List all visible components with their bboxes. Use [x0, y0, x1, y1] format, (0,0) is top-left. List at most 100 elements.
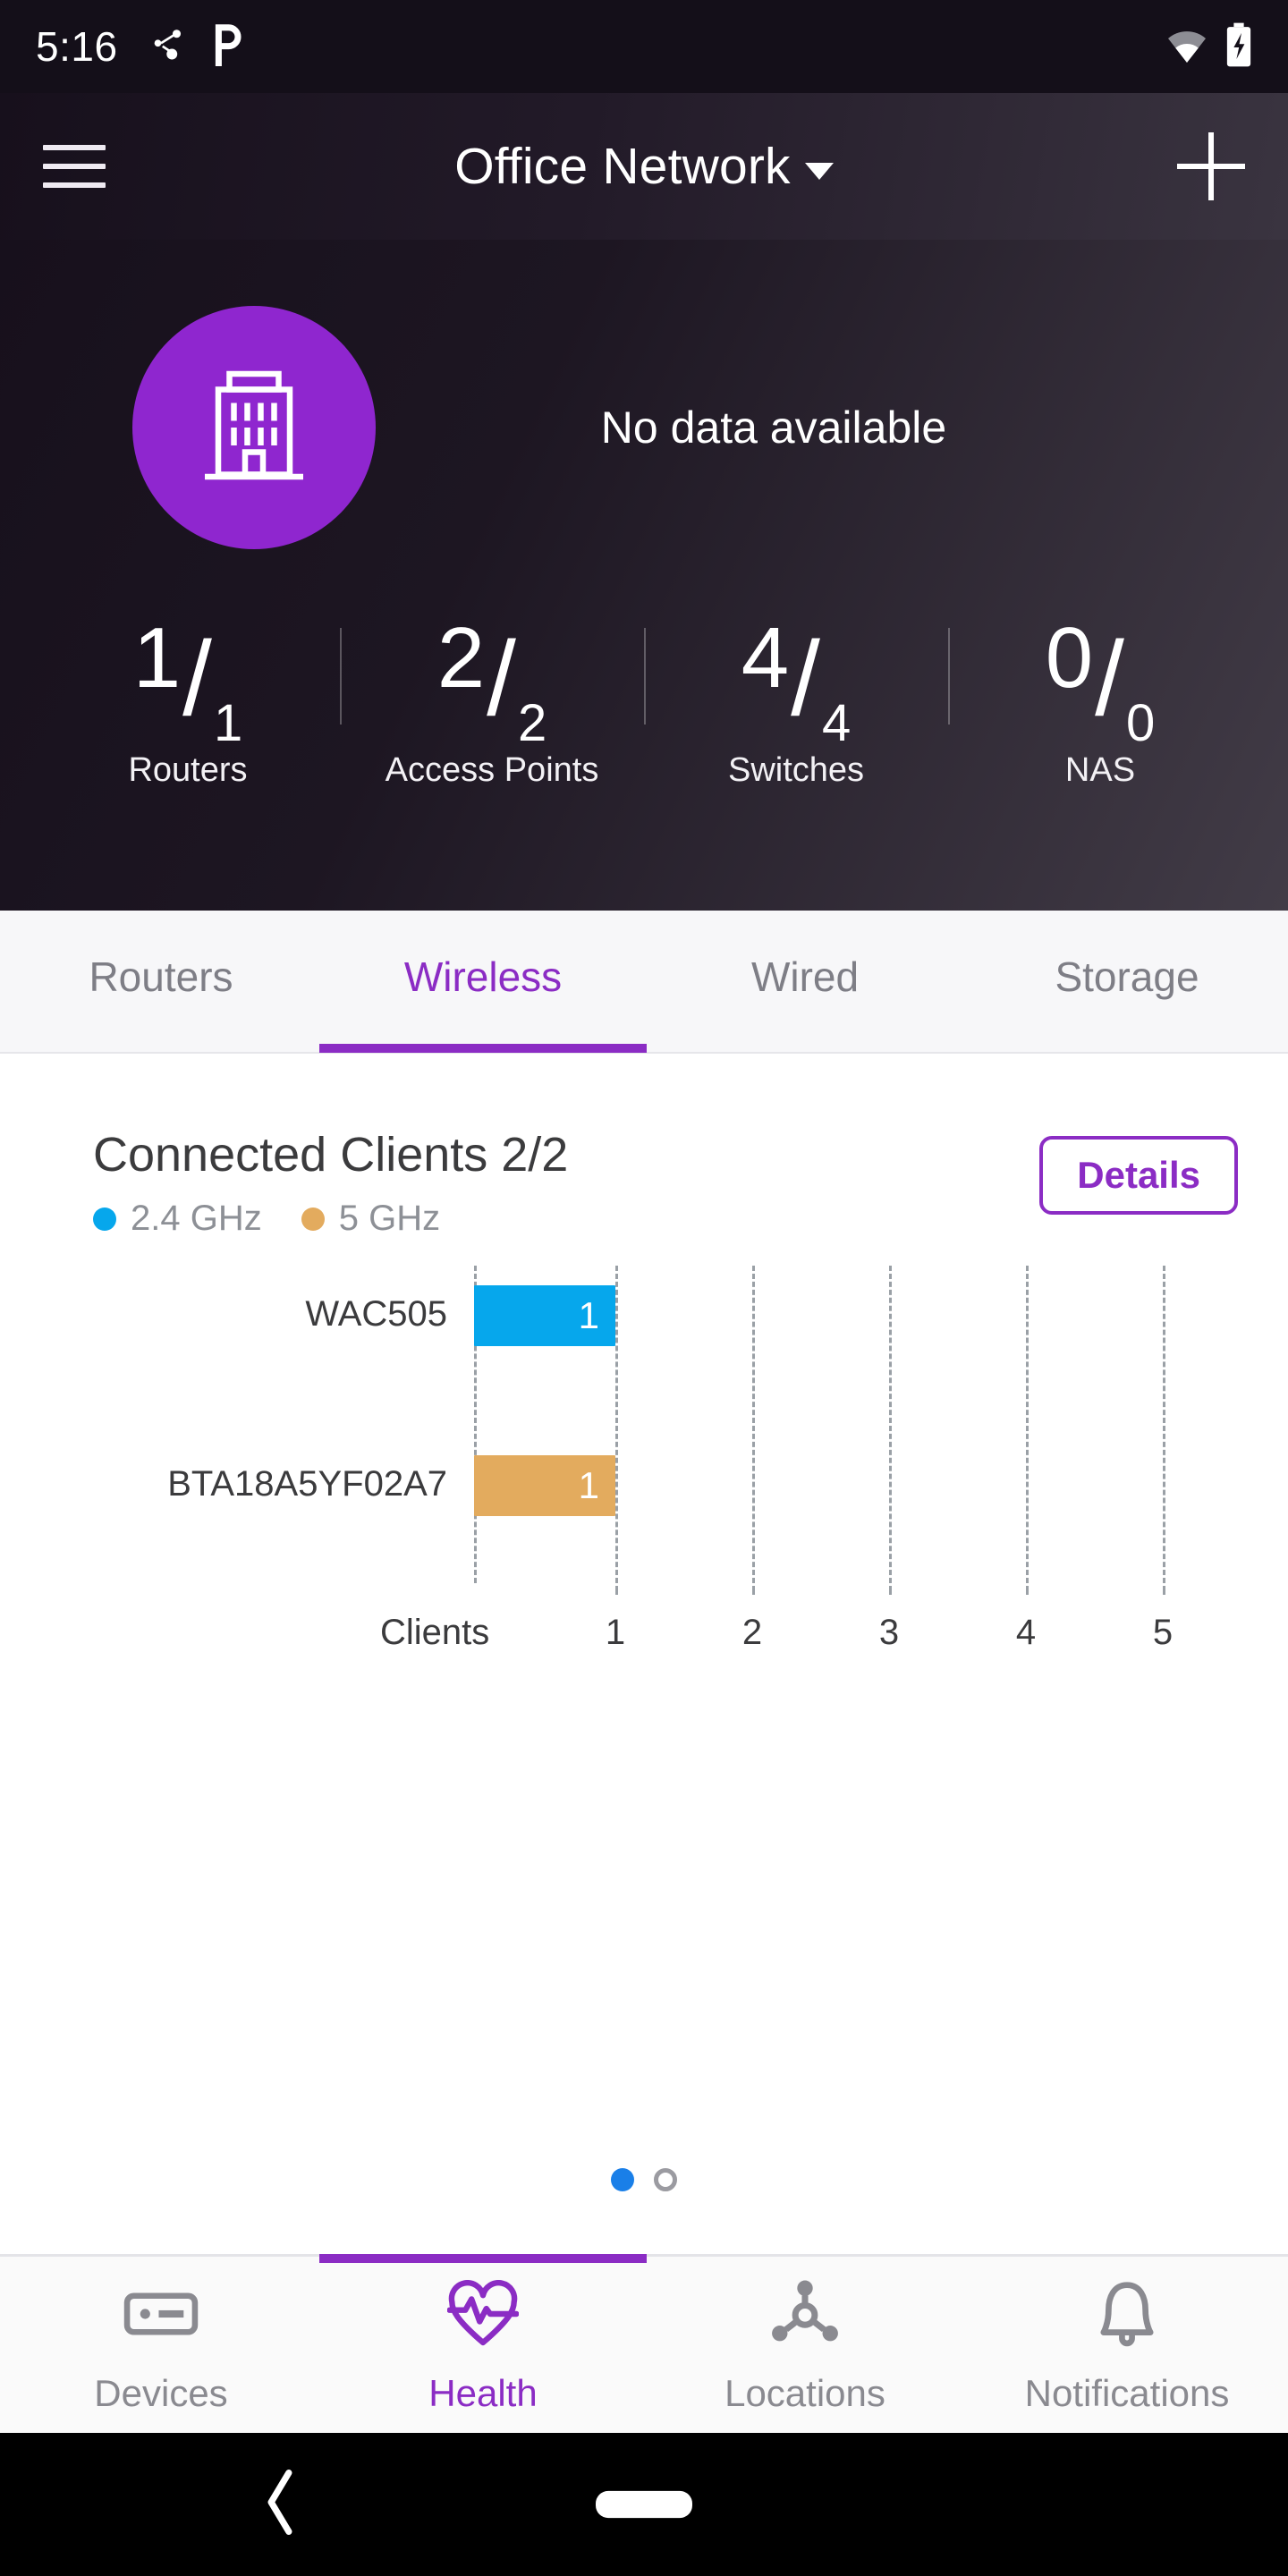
network-selector[interactable]: Office Network	[0, 93, 1288, 240]
stat-separator: /	[487, 620, 516, 738]
card-header: Connected Clients 2/2 2.4 GHz 5 GHz Deta…	[0, 1055, 1288, 1239]
stat-label: Routers	[128, 751, 248, 789]
stat-routers: 1 / 1 Routers	[36, 615, 340, 790]
network-share-icon	[148, 26, 186, 68]
tab-routers[interactable]: Routers	[0, 910, 322, 1053]
bell-icon	[1096, 2275, 1158, 2352]
heart-pulse-icon	[447, 2275, 519, 2352]
status-clock: 5:16	[36, 23, 118, 70]
details-button[interactable]: Details	[1039, 1136, 1238, 1215]
app-p-icon	[209, 23, 245, 71]
nav-label: Devices	[94, 2371, 228, 2414]
router-device-icon	[123, 2275, 199, 2352]
stat-value: 2 / 2	[437, 615, 547, 750]
stat-value: 4 / 4	[741, 615, 851, 750]
stat-separator: /	[791, 620, 820, 738]
stat-nas: 0 / 0 NAS	[948, 615, 1252, 790]
axis-tick-label-1: 1	[605, 1613, 626, 1652]
axis-tick-label-5: 5	[1152, 1613, 1174, 1652]
gridline-1	[615, 1266, 618, 1583]
nav-label: Health	[428, 2371, 538, 2414]
status-text: No data available	[600, 402, 947, 453]
stat-denominator: 4	[821, 694, 852, 752]
nav-item-notifications[interactable]: Notifications	[966, 2257, 1288, 2433]
avatar	[132, 306, 376, 549]
stat-denominator: 2	[517, 694, 547, 752]
axis-tick-4	[1026, 1586, 1029, 1595]
bar-value-label-1: 1	[578, 1464, 599, 1506]
axis-tick-1	[615, 1586, 618, 1595]
tab-wired[interactable]: Wired	[644, 910, 966, 1053]
page-title: Office Network	[454, 138, 791, 195]
chevron-down-icon	[804, 162, 834, 180]
axis-tick-label-3: 3	[878, 1613, 900, 1652]
section-tabs: Routers Wireless Wired Storage	[0, 911, 1288, 1054]
card-title: Connected Clients 2/2	[93, 1128, 569, 1182]
gridline-4	[1026, 1266, 1029, 1583]
gridline-5	[1163, 1266, 1165, 1583]
legend-label: 2.4 GHz	[131, 1199, 262, 1238]
stat-separator: /	[182, 620, 212, 738]
stat-value: 0 / 0	[1046, 615, 1155, 750]
bar-1[interactable]: 1	[474, 1455, 615, 1516]
nav-item-devices[interactable]: Devices	[0, 2257, 322, 2433]
stat-label: NAS	[1064, 751, 1136, 789]
network-summary-panel: No data available 1 / 1 Routers 2 / 2 Ac…	[0, 240, 1288, 911]
home-pill-icon[interactable]	[596, 2490, 692, 2519]
network-topology-icon	[770, 2275, 840, 2352]
axis-tick-label-2: 2	[741, 1613, 763, 1652]
legend-item-5ghz: 5 GHz	[301, 1199, 440, 1239]
stat-denominator: 1	[213, 694, 243, 752]
app-screen: 5:16 Office Network No data available 1 …	[0, 0, 1288, 2576]
legend-item-24ghz: 2.4 GHz	[93, 1199, 262, 1239]
axis-tick-3	[889, 1586, 892, 1595]
stat-numerator: 2	[436, 610, 486, 706]
axis-tick-2	[752, 1586, 755, 1595]
system-navigation-bar	[0, 2433, 1288, 2576]
battery-charging-icon	[1225, 22, 1252, 72]
nav-label: Notifications	[1024, 2371, 1230, 2414]
bottom-navigation: Devices Health Locations Notifications	[0, 2254, 1288, 2433]
app-bar: Office Network	[0, 93, 1288, 240]
stat-separator: /	[1095, 620, 1124, 738]
legend-swatch-5ghz	[301, 1207, 325, 1231]
stat-label: Switches	[727, 751, 865, 789]
tab-storage[interactable]: Storage	[966, 910, 1288, 1053]
page-indicator	[0, 2168, 1288, 2191]
stat-numerator: 0	[1045, 610, 1094, 706]
status-bar: 5:16	[0, 0, 1288, 93]
stat-switches: 4 / 4 Switches	[644, 615, 948, 790]
axis-label-clients: Clients	[380, 1613, 490, 1652]
connected-clients-card: Connected Clients 2/2 2.4 GHz 5 GHz Deta…	[0, 1055, 1288, 2236]
stat-numerator: 1	[132, 610, 182, 706]
axis-tick-5	[1163, 1586, 1165, 1595]
bar-0[interactable]: 1	[474, 1285, 615, 1346]
legend-label: 5 GHz	[338, 1199, 441, 1238]
stat-denominator: 0	[1125, 694, 1156, 752]
device-counts-row: 1 / 1 Routers 2 / 2 Access Points 4 / 4	[0, 615, 1288, 866]
page-dot-inactive[interactable]	[654, 2168, 677, 2191]
chart-legend: 2.4 GHz 5 GHz	[93, 1199, 568, 1239]
stat-numerator: 4	[741, 610, 790, 706]
card-title-group: Connected Clients 2/2 2.4 GHz 5 GHz	[93, 1127, 568, 1239]
nav-label: Locations	[724, 2371, 886, 2414]
back-chevron-icon[interactable]	[259, 2467, 301, 2543]
wifi-icon	[1165, 25, 1209, 69]
gridline-2	[752, 1266, 755, 1583]
tab-wireless[interactable]: Wireless	[322, 910, 644, 1053]
connected-clients-chart: WAC505 1 BTA18A5YF02A7 1 Clients 1 2 3 4…	[0, 1266, 1288, 1847]
nav-item-locations[interactable]: Locations	[644, 2257, 966, 2433]
status-notification-icons	[148, 23, 245, 71]
network-identity-row: No data available	[0, 240, 1288, 615]
hamburger-menu-icon[interactable]	[43, 145, 106, 188]
stat-value: 1 / 1	[133, 615, 242, 750]
nav-item-health[interactable]: Health	[322, 2257, 644, 2433]
stat-access-points: 2 / 2 Access Points	[340, 615, 644, 790]
axis-tick-label-4: 4	[1015, 1613, 1037, 1652]
page-dot-active[interactable]	[611, 2168, 634, 2191]
legend-swatch-24ghz	[93, 1207, 116, 1231]
bar-value-label-0: 1	[578, 1294, 599, 1336]
status-system-icons	[1165, 22, 1252, 72]
bar-category-label-0: WAC505	[305, 1294, 447, 1334]
plus-icon[interactable]	[1177, 132, 1245, 200]
